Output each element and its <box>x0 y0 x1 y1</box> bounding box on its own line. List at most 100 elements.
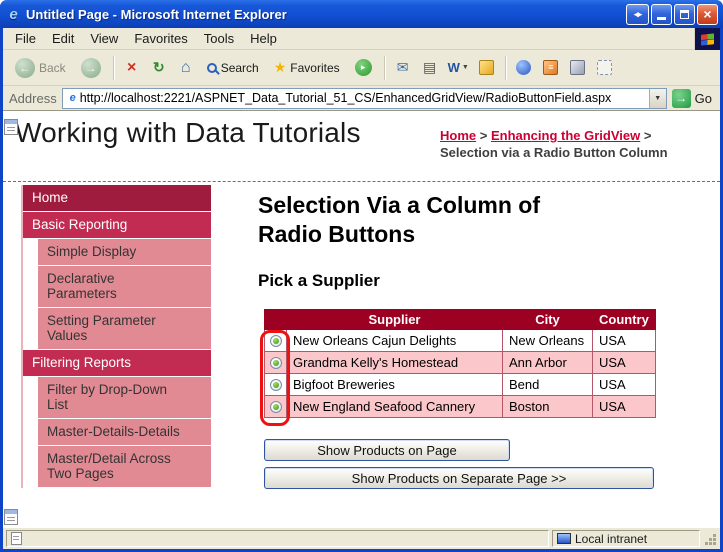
sidebar-item-filtering-reports[interactable]: Filtering Reports <box>23 350 211 376</box>
grid-header-row: Supplier City Country <box>265 310 656 330</box>
media-button[interactable]: ▸ <box>349 56 378 79</box>
address-bar: Address e ▼ → Go <box>3 86 720 111</box>
menu-edit[interactable]: Edit <box>44 28 82 49</box>
site-title: Working with Data Tutorials <box>15 117 361 149</box>
folders-icon: ≡ <box>543 60 558 75</box>
main-content: Selection Via a Column of Radio Buttons … <box>258 191 698 489</box>
stop-button[interactable]: × <box>120 55 144 81</box>
country-cell: USA <box>593 374 656 396</box>
minimize-button[interactable] <box>651 4 672 25</box>
breadcrumb-section-link[interactable]: Enhancing the GridView <box>491 128 640 143</box>
resize-grip[interactable] <box>703 532 717 546</box>
country-column-header: Country <box>593 310 656 330</box>
breadcrumb-home-link[interactable]: Home <box>440 128 476 143</box>
window-title: Untitled Page - Microsoft Internet Explo… <box>26 7 626 22</box>
forward-button[interactable]: → <box>75 55 107 81</box>
favorites-button[interactable]: ★ Favorites <box>268 56 346 79</box>
supplier-radio[interactable] <box>270 357 282 369</box>
menu-view[interactable]: View <box>82 28 126 49</box>
maximize-icon <box>680 10 689 19</box>
menu-help[interactable]: Help <box>242 28 285 49</box>
sidebar-item-home[interactable]: Home <box>23 185 211 211</box>
breadcrumb: Home > Enhancing the GridView > Selectio… <box>440 127 692 161</box>
show-products-separate-page-button[interactable]: Show Products on Separate Page >> <box>264 467 654 489</box>
folders-button[interactable]: ≡ <box>539 55 563 81</box>
globe-icon <box>516 60 531 75</box>
header-separator <box>3 181 720 182</box>
show-products-on-page-button[interactable]: Show Products on Page <box>264 439 510 461</box>
sidebar-item-master-detail-two-pages[interactable]: Master/Detail Across Two Pages <box>38 446 211 487</box>
address-dropdown-button[interactable]: ▼ <box>649 89 666 108</box>
edit-button[interactable] <box>475 55 499 81</box>
supplier-cell: New England Seafood Cannery <box>287 396 503 418</box>
toolbar-options-button[interactable] <box>593 55 617 81</box>
breadcrumb-separator: > <box>476 128 491 143</box>
sidebar-item-filter-by-dropdown-list[interactable]: Filter by Drop-Down List <box>38 377 211 418</box>
city-cell: Boston <box>503 396 593 418</box>
toolbar-divider <box>505 56 506 80</box>
table-row: New Orleans Cajun Delights New Orleans U… <box>265 330 656 352</box>
search-button[interactable]: Search <box>201 58 265 78</box>
close-button[interactable]: × <box>697 4 718 25</box>
page-icon: e <box>66 92 80 104</box>
page-title: Selection Via a Column of Radio Buttons <box>258 191 598 249</box>
back-button[interactable]: ← Back <box>9 55 72 81</box>
grid-icon <box>597 60 612 75</box>
calculator-icon <box>570 60 585 75</box>
word-dropdown-icon: ▼ <box>462 64 469 71</box>
back-icon: ← <box>15 58 35 78</box>
supplier-radio[interactable] <box>270 379 282 391</box>
menu-favorites[interactable]: Favorites <box>126 28 195 49</box>
refresh-button[interactable]: ↻ <box>147 55 171 81</box>
supplier-cell: Bigfoot Breweries <box>287 374 503 396</box>
suppliers-grid: Supplier City Country New Orleans Cajun … <box>264 309 656 418</box>
breadcrumb-separator: > <box>640 128 651 143</box>
messenger-button[interactable] <box>512 55 536 81</box>
mail-button[interactable]: ✉ <box>391 55 415 81</box>
edit-icon <box>479 60 494 75</box>
toolbar-divider <box>384 56 385 80</box>
city-cell: Ann Arbor <box>503 352 593 374</box>
toolbar-divider <box>113 56 114 80</box>
browser-toolbar: ← Back → × ↻ ⌂ Search ★ Favorites ▸ ✉ ▤ … <box>3 50 720 86</box>
supplier-radio[interactable] <box>270 335 282 347</box>
forward-icon: → <box>81 58 101 78</box>
windows-logo-throbber <box>694 28 720 50</box>
search-icon <box>207 63 217 73</box>
supplier-cell: New Orleans Cajun Delights <box>287 330 503 352</box>
page-viewport: Working with Data Tutorials Home > Enhan… <box>3 111 720 527</box>
country-cell: USA <box>593 352 656 374</box>
go-button[interactable]: → Go <box>672 89 714 108</box>
sidebar-item-setting-parameter-values[interactable]: Setting Parameter Values <box>38 308 211 349</box>
research-button[interactable] <box>566 55 590 81</box>
back-label: Back <box>39 61 66 75</box>
supplier-radio[interactable] <box>270 401 282 413</box>
maximize-button[interactable] <box>674 4 695 25</box>
sidebar-item-basic-reporting[interactable]: Basic Reporting <box>23 212 211 238</box>
sidebar-item-declarative-parameters[interactable]: Declarative Parameters <box>38 266 211 307</box>
windows-flag-icon <box>701 33 714 45</box>
supplier-column-header: Supplier <box>287 310 503 330</box>
status-zone-panel: Local intranet <box>552 530 700 547</box>
search-label: Search <box>221 61 259 75</box>
title-bar[interactable]: e Untitled Page - Microsoft Internet Exp… <box>0 0 723 28</box>
status-main-panel <box>6 530 549 547</box>
city-cell: Bend <box>503 374 593 396</box>
ie-logo-icon: e <box>5 6 22 23</box>
home-button[interactable]: ⌂ <box>174 55 198 81</box>
sidebar-item-master-details-details[interactable]: Master-Details-Details <box>38 419 211 445</box>
menu-file[interactable]: File <box>7 28 44 49</box>
window-arrows-button[interactable]: ◂▸ <box>626 4 649 25</box>
pick-supplier-heading: Pick a Supplier <box>258 271 698 291</box>
menu-bar: File Edit View Favorites Tools Help <box>3 28 720 50</box>
menu-tools[interactable]: Tools <box>196 28 242 49</box>
browser-window: e Untitled Page - Microsoft Internet Exp… <box>0 0 723 552</box>
table-row: New England Seafood Cannery Boston USA <box>265 396 656 418</box>
word-icon: W <box>448 60 460 75</box>
print-button[interactable]: ▤ <box>418 55 442 81</box>
breadcrumb-current: Selection via a Radio Button Column <box>440 145 668 160</box>
address-input[interactable] <box>80 90 649 107</box>
suppliers-grid-wrap: Supplier City Country New Orleans Cajun … <box>264 309 656 418</box>
sidebar-item-simple-display[interactable]: Simple Display <box>38 239 211 265</box>
edit-with-word-button[interactable]: W ▼ <box>445 57 472 78</box>
